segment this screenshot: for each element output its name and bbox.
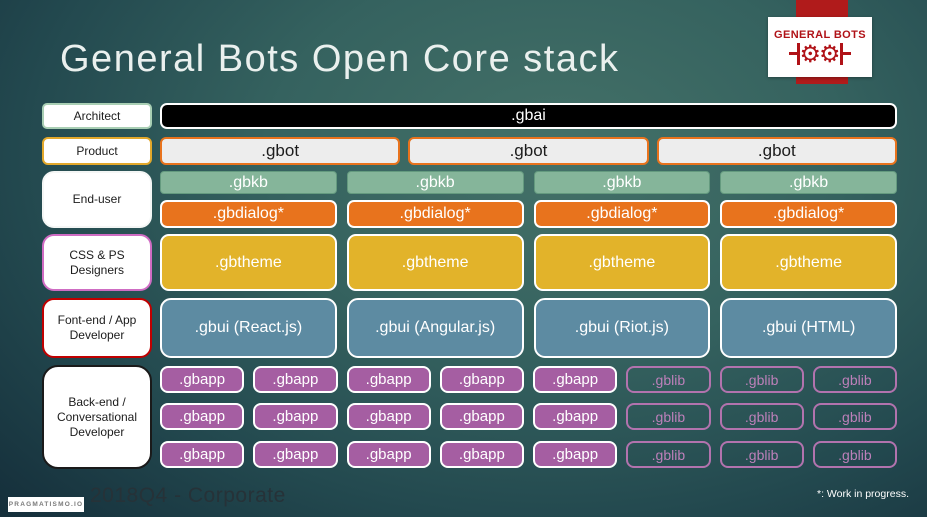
role-label-css-ps-designers: CSS & PS Designers (42, 234, 152, 291)
gblib-box: .gblib (719, 441, 804, 468)
gbapp-box: .gbapp (533, 366, 618, 393)
gblib-box: .gblib (626, 366, 711, 393)
role-label-architect: Architect (42, 103, 152, 129)
gbapp-gblib-row: .gbapp .gbapp .gbapp .gbapp .gbapp .gbli… (160, 441, 897, 468)
gbdialog-box: .gbdialog* (720, 200, 897, 228)
gbtheme-row: .gbtheme .gbtheme .gbtheme .gbtheme (160, 234, 897, 291)
gbui-angular-box: .gbui (Angular.js) (346, 298, 524, 358)
gbapp-box: .gbapp (533, 403, 618, 430)
gbapp-box: .gbapp (346, 403, 431, 430)
gbdialog-box: .gbdialog* (533, 200, 711, 228)
gbui-react-box: .gbui (React.js) (160, 298, 337, 358)
gear-icon: ⚙ (799, 39, 821, 68)
gbdialog-box: .gbdialog* (160, 200, 337, 228)
gbot-box: .gbot (160, 137, 401, 165)
gbapp-box: .gbapp (346, 441, 431, 468)
gblib-box: .gblib (626, 403, 711, 430)
gbai-box: .gbai (160, 103, 897, 129)
gblib-box: .gblib (812, 441, 897, 468)
pragmatismo-logo-badge: PRAGMATISMO.IO (8, 497, 84, 512)
gbapp-box: .gbapp (160, 441, 245, 468)
slide-canvas: General Bots Open Core stack GENERAL BOT… (0, 0, 927, 517)
gbui-row: .gbui (React.js) .gbui (Angular.js) .gbu… (160, 298, 897, 358)
role-label-backend-conversational-developer: Back-end / Conversational Developer (42, 365, 152, 469)
gbot-box: .gbot (656, 137, 897, 165)
gbtheme-box: .gbtheme (533, 234, 711, 291)
gbapp-box: .gbapp (346, 366, 431, 393)
gbapp-box: .gbapp (439, 366, 524, 393)
work-in-progress-note: *: Work in progress. (816, 488, 909, 500)
gear-axle-line (789, 52, 798, 55)
gblib-box: .gblib (719, 403, 804, 430)
gbtheme-box: .gbtheme (720, 234, 897, 291)
gblib-box: .gblib (812, 403, 897, 430)
general-bots-logo: GENERAL BOTS ⚙ ⚙ (760, 0, 890, 95)
gbapp-box: .gbapp (160, 403, 245, 430)
gblib-box: .gblib (812, 366, 897, 393)
gbui-html-box: .gbui (HTML) (720, 298, 897, 358)
role-label-product: Product (42, 137, 152, 165)
gears-icon: ⚙ ⚙ (789, 39, 851, 68)
gbkb-box: .gbkb (533, 171, 711, 194)
gbdialog-row: .gbdialog* .gbdialog* .gbdialog* .gbdial… (160, 200, 897, 228)
gbtheme-box: .gbtheme (346, 234, 524, 291)
footer-quarter-label: 2018Q4 - Corporate (90, 484, 286, 507)
gear-axle-line (842, 52, 851, 55)
gbtheme-box: .gbtheme (160, 234, 337, 291)
gbkb-box: .gbkb (160, 171, 337, 194)
gbai-row: .gbai (160, 103, 897, 129)
gbapp-box: .gbapp (253, 366, 338, 393)
gbkb-row: .gbkb .gbkb .gbkb .gbkb (160, 171, 897, 194)
gear-icon: ⚙ (819, 39, 841, 68)
gbkb-box: .gbkb (346, 171, 524, 194)
gbapp-box: .gbapp (439, 441, 524, 468)
logo-card: GENERAL BOTS ⚙ ⚙ (768, 17, 872, 77)
gbdialog-box: .gbdialog* (346, 200, 524, 228)
gbapp-gblib-row: .gbapp .gbapp .gbapp .gbapp .gbapp .gbli… (160, 366, 897, 393)
gbot-box: .gbot (408, 137, 649, 165)
gbui-riot-box: .gbui (Riot.js) (533, 298, 711, 358)
gbapp-box: .gbapp (439, 403, 524, 430)
gblib-box: .gblib (626, 441, 711, 468)
gbot-row: .gbot .gbot .gbot (160, 137, 897, 165)
gblib-box: .gblib (719, 366, 804, 393)
gbapp-gblib-row: .gbapp .gbapp .gbapp .gbapp .gbapp .gbli… (160, 403, 897, 430)
gbapp-box: .gbapp (533, 441, 618, 468)
gbapp-box: .gbapp (160, 366, 245, 393)
role-label-end-user: End-user (42, 171, 152, 228)
page-title: General Bots Open Core stack (60, 38, 620, 80)
gbkb-box: .gbkb (720, 171, 897, 194)
role-label-frontend-app-developer: Font-end / App Developer (42, 298, 152, 358)
gbapp-box: .gbapp (253, 403, 338, 430)
gbapp-box: .gbapp (253, 441, 338, 468)
logo-wordmark: GENERAL BOTS (774, 28, 866, 41)
